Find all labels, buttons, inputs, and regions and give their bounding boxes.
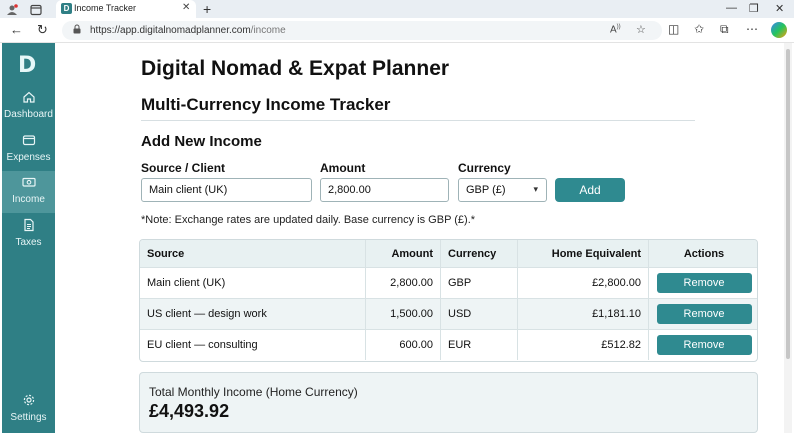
income-table: Source Amount Currency Home Equivalent A… [139,239,758,362]
table-row: US client — design work 1,500.00 USD £1,… [140,298,757,329]
currency-label: Currency [458,161,511,175]
currency-select[interactable]: GBP (£) ▾ [458,178,547,202]
home-icon [2,90,55,108]
tab-actions-icon[interactable] [30,3,44,16]
sidebar-item-label: Expenses [6,152,51,163]
table-row: EU client — consulting 600.00 EUR £512.8… [140,329,757,360]
collections-icon[interactable]: ⧉ [720,22,729,37]
wallet-icon [2,133,55,151]
sidebar-item-label: Dashboard [4,109,53,120]
sidebar-item-label: Settings [10,412,47,423]
browser-tab-bar: D Income Tracker ✕ + — ❐ ✕ [0,0,794,18]
favicon-icon: D [61,3,72,14]
cell-actions: Remove [648,299,757,329]
profile-icon[interactable] [6,3,20,15]
cell-source: Main client (UK) [147,277,226,289]
app: D Dashboard Expenses Income Taxes Settin… [0,43,794,433]
favorite-icon[interactable]: ☆ [636,23,646,36]
exchange-rate-note: *Note: Exchange rates are updated daily.… [141,214,476,226]
sidebar-item-taxes[interactable]: Taxes [2,214,55,256]
new-tab-icon[interactable]: + [203,1,211,17]
cell-source: EU client — consulting [147,339,258,351]
page-subtitle: Multi-Currency Income Tracker [141,95,391,114]
remove-button[interactable]: Remove [656,304,752,324]
form-title: Add New Income [141,133,262,150]
document-icon [2,218,55,236]
header-currency: Currency [440,240,517,267]
header-home-equivalent: Home Equivalent [517,240,648,267]
window-close-icon[interactable]: ✕ [775,2,784,15]
cell-amount: 2,800.00 [365,268,440,298]
sidebar-item-label: Taxes [15,237,42,248]
divider [141,120,695,121]
maximize-icon[interactable]: ❐ [749,2,759,15]
refresh-icon[interactable]: ↻ [37,22,48,38]
cell-source: US client — design work [147,308,267,320]
cell-currency: GBP [440,268,517,298]
source-label: Source / Client [141,161,226,175]
cell-currency: EUR [440,330,517,360]
favorites-icon[interactable]: ✩ [694,22,704,36]
gear-icon [2,393,55,411]
read-aloud-icon[interactable]: A)) [610,24,621,35]
cell-currency: USD [440,299,517,329]
scrollbar-thumb[interactable] [786,49,790,359]
page-scrollbar[interactable] [784,43,792,433]
total-label: Total Monthly Income (Home Currency) [149,385,358,399]
cell-actions: Remove [648,268,757,298]
sidebar-item-income[interactable]: Income [2,171,55,213]
sidebar-item-dashboard[interactable]: Dashboard [2,86,55,128]
browser-tab[interactable]: D Income Tracker ✕ [56,0,196,18]
copilot-icon[interactable] [771,22,787,38]
tab-close-icon[interactable]: ✕ [182,2,190,13]
currency-select-value: GBP (£) [466,184,506,196]
page-title: Digital Nomad & Expat Planner [141,57,450,80]
amount-input[interactable] [320,178,449,202]
table-header-row: Source Amount Currency Home Equivalent A… [140,240,757,267]
chevron-down-icon: ▾ [533,184,538,194]
cell-home-equivalent: £512.82 [517,330,648,360]
address-bar: ← ↻ https://app.digitalnomadplanner.com/… [0,18,794,43]
sidebar: D Dashboard Expenses Income Taxes Settin… [2,43,55,433]
sidebar-item-label: Income [12,194,45,205]
minimize-icon[interactable]: — [726,2,737,14]
more-icon[interactable]: ⋯ [746,22,758,36]
remove-button[interactable]: Remove [656,273,752,293]
lock-icon[interactable] [72,24,82,37]
cell-amount: 600.00 [365,330,440,360]
add-button[interactable]: Add [555,178,625,202]
table-row: Main client (UK) 2,800.00 GBP £2,800.00 … [140,267,757,298]
tab-title: Income Tracker [74,3,137,13]
sidebar-item-expenses[interactable]: Expenses [2,129,55,171]
cell-amount: 1,500.00 [365,299,440,329]
total-value: £4,493.92 [149,401,230,421]
money-icon [2,175,55,193]
remove-button[interactable]: Remove [656,335,752,355]
app-logo[interactable]: D [18,53,40,78]
header-actions: Actions [648,240,757,267]
sidebar-item-settings[interactable]: Settings [2,389,55,431]
header-source: Source [147,247,185,260]
url-host: https://app.digitalnomadplanner.com [90,25,251,36]
amount-label: Amount [320,161,366,175]
cell-home-equivalent: £1,181.10 [517,299,648,329]
total-income-card: Total Monthly Income (Home Currency) £4,… [139,372,758,433]
header-amount: Amount [365,240,440,267]
url-field[interactable]: https://app.digitalnomadplanner.com/inco… [62,21,662,40]
cell-actions: Remove [648,330,757,360]
main-content: Digital Nomad & Expat Planner Multi-Curr… [55,43,790,433]
cell-home-equivalent: £2,800.00 [517,268,648,298]
back-icon[interactable]: ← [10,22,23,37]
split-screen-icon[interactable]: ◫ [668,22,679,36]
source-input[interactable] [141,178,312,202]
url-text: https://app.digitalnomadplanner.com/inco… [90,25,286,36]
url-path: /income [250,25,286,36]
